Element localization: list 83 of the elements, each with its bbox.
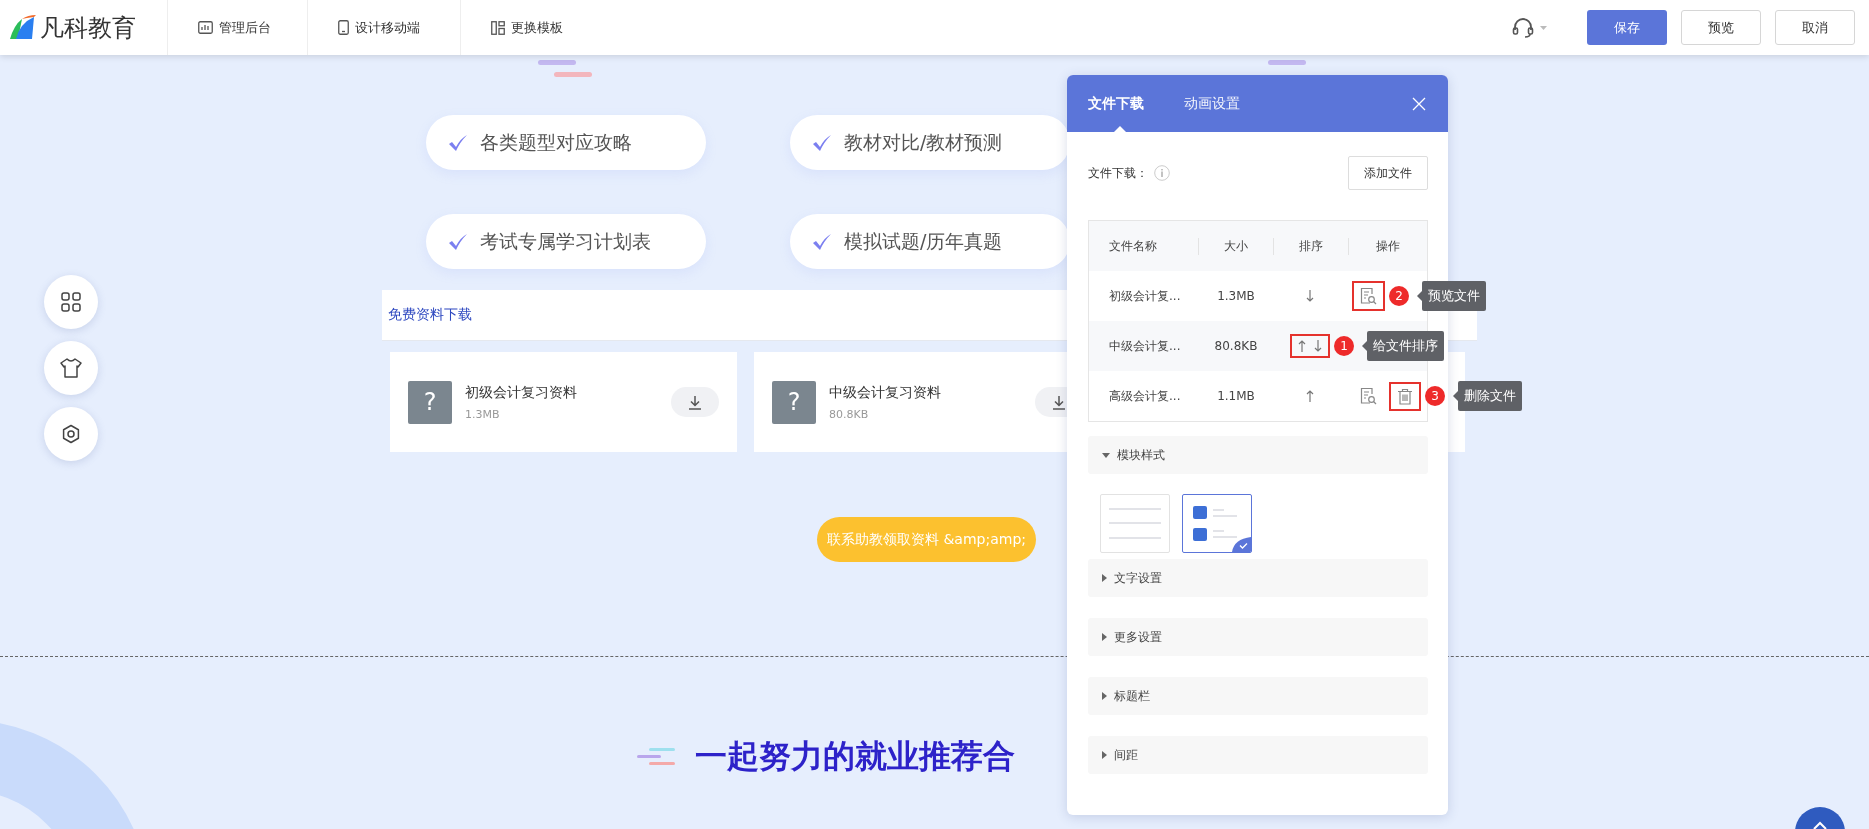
preview-icon[interactable] (1360, 387, 1377, 405)
tooltip-arrow-icon (1362, 341, 1367, 351)
chart-icon (198, 21, 213, 34)
tooltip: 删除文件 (1458, 381, 1522, 411)
toolbar-button[interactable]: 预览 (1681, 10, 1761, 45)
trash-icon[interactable] (1397, 387, 1413, 405)
feature-text: 教材对比/教材预测 (844, 129, 1003, 155)
table-cell-text: 1.3MB (1216, 289, 1256, 303)
add-file-button[interactable]: 添加文件 (1348, 156, 1428, 190)
caret-right-icon (1102, 574, 1107, 582)
theme-button[interactable] (44, 341, 98, 395)
caret-right-icon (1102, 692, 1107, 700)
arrow-down-icon[interactable] (1314, 340, 1322, 352)
nav-link[interactable]: 设计移动端 (308, 0, 461, 55)
section-title: 免费资料下载 (388, 306, 472, 324)
collapsible-section[interactable]: 文字设置 (1088, 559, 1428, 597)
modules-button[interactable] (44, 275, 98, 329)
grid-icon (61, 292, 81, 312)
panel-tab[interactable]: 文件下载 (1088, 75, 1144, 132)
arrow-up-icon[interactable] (1306, 390, 1314, 402)
tooltip-arrow-icon (1453, 391, 1458, 401)
column-header: 大小 (1198, 237, 1273, 255)
nav-link[interactable]: 更换模板 (461, 0, 588, 55)
field-label: 文件下载： (1088, 164, 1148, 182)
settings-icon (61, 424, 81, 444)
nav-link[interactable]: 管理后台 (168, 0, 308, 55)
collapsible-section[interactable]: 模块样式 (1088, 436, 1428, 474)
table-cell-text: 1.1MB (1216, 389, 1256, 403)
panel-tab[interactable]: 动画设置 (1184, 75, 1240, 132)
step-badge: 2 (1389, 286, 1409, 306)
tshirt-icon (60, 358, 82, 378)
chevron-up-icon (1813, 821, 1827, 829)
table-cell-text: 初级会计复... (1108, 287, 1182, 305)
check-icon (448, 232, 468, 251)
feature-text: 各类题型对应攻略 (480, 129, 632, 155)
check-icon (448, 133, 468, 152)
step-badge: 1 (1334, 336, 1354, 356)
column-header: 文件名称 (1108, 237, 1158, 255)
column-header: 排序 (1272, 237, 1348, 255)
check-icon (812, 232, 832, 251)
collapsible-section[interactable]: 标题栏 (1088, 677, 1428, 715)
feature-text: 考试专属学习计划表 (480, 228, 651, 254)
decor-lines-drawing (538, 60, 594, 77)
close-icon[interactable] (1412, 96, 1426, 111)
table-cell-text: 80.8KB (1213, 339, 1259, 353)
file-icon: ? (408, 380, 452, 424)
table-cell-text: 高级会计复... (1108, 387, 1182, 405)
download-icon (688, 394, 702, 410)
tooltip-arrow-icon (1417, 291, 1422, 301)
toolbar-button[interactable]: 取消 (1775, 10, 1855, 45)
tooltip: 给文件排序 (1367, 331, 1444, 361)
step-badge: 3 (1425, 386, 1445, 406)
logo-text[interactable]: 凡科教育 (40, 11, 136, 44)
layout-icon (491, 20, 505, 35)
decor-lines-icon (637, 748, 675, 766)
settings-button[interactable] (44, 407, 98, 461)
file-name: 中级会计复习资料 (829, 383, 942, 402)
file-size: 80.8KB (829, 407, 870, 421)
decor-line (1268, 60, 1306, 65)
arrow-up-icon[interactable] (1298, 340, 1306, 352)
caret-right-icon (1102, 751, 1107, 759)
tooltip: 预览文件 (1422, 281, 1486, 311)
collapsible-section[interactable]: 间距 (1088, 736, 1428, 774)
check-icon (812, 133, 832, 152)
phone-icon (338, 20, 349, 35)
download-icon (1052, 394, 1066, 410)
download-button[interactable] (671, 387, 719, 417)
file-size: 1.3MB (465, 407, 501, 421)
toolbar-button[interactable]: 保存 (1587, 10, 1667, 45)
preview-icon[interactable] (1360, 287, 1377, 305)
collapsible-section[interactable]: 更多设置 (1088, 618, 1428, 656)
table-cell-text: 中级会计复... (1108, 337, 1182, 355)
caret-right-icon (1102, 633, 1107, 641)
section-heading: 一起努力的就业推荐合 (695, 736, 1015, 777)
headset-icon[interactable] (1512, 16, 1534, 39)
feature-text: 模拟试题/历年真题 (844, 228, 1003, 254)
arrow-down-icon[interactable] (1306, 290, 1314, 302)
file-icon: ? (772, 380, 816, 424)
file-name: 初级会计复习资料 (465, 383, 578, 402)
style-option[interactable] (1182, 494, 1252, 553)
caret-down-icon (1102, 452, 1110, 458)
checkmark-icon (1232, 537, 1251, 552)
column-header: 操作 (1347, 237, 1427, 255)
